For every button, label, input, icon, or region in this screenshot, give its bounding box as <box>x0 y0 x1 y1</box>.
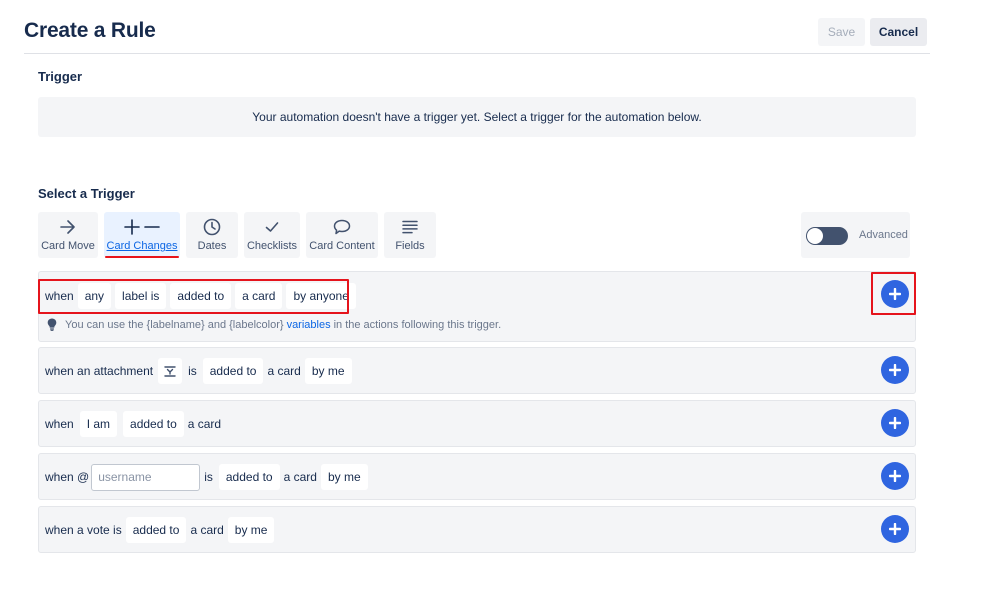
clock-icon <box>203 218 221 236</box>
word-when: when <box>45 417 74 431</box>
tab-card-move[interactable]: Card Move <box>38 212 98 258</box>
username-input[interactable] <box>91 463 201 491</box>
word-a-card: a card <box>187 417 222 431</box>
added-to-dropdown[interactable]: added to <box>125 517 187 543</box>
by-me-dropdown[interactable]: by me <box>227 517 275 543</box>
add-trigger-button[interactable] <box>881 515 909 543</box>
toggle-knob <box>807 228 823 244</box>
plus-icon <box>889 364 901 376</box>
by-me-dropdown[interactable]: by me <box>304 358 352 384</box>
word-a-card: a card <box>267 364 301 378</box>
word-a-card: a card <box>283 470 317 484</box>
trigger-empty-message: Your automation doesn't have a trigger y… <box>252 110 702 124</box>
tab-label: Checklists <box>246 240 298 252</box>
trigger-heading: Trigger <box>38 69 83 84</box>
hint-text: You can use the {labelname} and {labelco… <box>65 318 284 331</box>
advanced-toggle[interactable] <box>806 227 848 245</box>
plus-icon <box>889 523 901 535</box>
page-title: Create a Rule <box>24 19 156 42</box>
advanced-toggle-container: Advanced <box>801 212 910 258</box>
add-trigger-button[interactable] <box>881 462 909 490</box>
plus-minus-icon <box>124 218 160 236</box>
annotation-highlight-sentence <box>38 279 349 314</box>
tab-fields[interactable]: Fields <box>384 212 436 258</box>
added-to-dropdown[interactable]: added to <box>123 411 184 437</box>
variables-hint: You can use the {labelname} and {labelco… <box>47 318 501 331</box>
by-me-dropdown[interactable]: by me <box>320 464 368 490</box>
annotation-highlight-add-button <box>871 272 916 315</box>
word-is: is <box>204 470 213 484</box>
tab-card-content[interactable]: Card Content <box>306 212 378 258</box>
word-a-card: a card <box>190 523 224 537</box>
checkmark-icon <box>265 218 279 236</box>
trigger-sentence: when a vote is added to a card by me <box>45 516 278 544</box>
trigger-sentence: when @ is added to a card by me <box>45 463 372 491</box>
active-tab-highlight <box>105 256 179 258</box>
word-when-vote: when a vote is <box>45 523 122 537</box>
trigger-sentence: when an attachment is added to a card by… <box>45 357 356 385</box>
trigger-row-mention: when @ is added to a card by me <box>38 453 916 500</box>
attachment-type-dropdown[interactable] <box>158 358 183 384</box>
i-am-dropdown[interactable]: I am <box>79 411 118 437</box>
tab-label: Dates <box>197 240 227 252</box>
arrow-right-icon <box>60 218 76 236</box>
fields-list-icon <box>402 218 418 236</box>
tab-checklists[interactable]: Checklists <box>244 212 300 258</box>
add-trigger-button[interactable] <box>881 356 909 384</box>
header-divider <box>24 53 930 54</box>
word-when-at: when @ <box>45 470 90 484</box>
trigger-row-attachment: when an attachment is added to a card by… <box>38 347 916 394</box>
trigger-row-vote: when a vote is added to a card by me <box>38 506 916 553</box>
added-to-dropdown[interactable]: added to <box>202 358 264 384</box>
advanced-label: Advanced <box>859 229 908 241</box>
word-when-attachment: when an attachment <box>45 364 154 378</box>
speech-bubble-icon <box>333 218 351 236</box>
save-button[interactable]: Save <box>818 18 865 46</box>
trigger-row-i-am-added: when I am added to a card <box>38 400 916 447</box>
tab-label: Card Content <box>309 240 375 252</box>
attachment-filter-icon <box>164 365 176 377</box>
tab-label: Card Move <box>41 240 95 252</box>
added-to-dropdown[interactable]: added to <box>218 464 280 490</box>
variables-link[interactable]: variables <box>287 319 331 331</box>
plus-icon <box>889 470 901 482</box>
trigger-empty-banner: Your automation doesn't have a trigger y… <box>38 97 916 137</box>
tab-dates[interactable]: Dates <box>186 212 238 258</box>
tab-label: Card Changes <box>106 240 178 252</box>
tab-card-changes[interactable]: Card Changes <box>104 212 180 258</box>
hint-text-suffix: in the actions following this trigger. <box>333 318 502 331</box>
lightbulb-icon <box>47 318 57 331</box>
cancel-button[interactable]: Cancel <box>870 18 927 46</box>
plus-icon <box>889 417 901 429</box>
word-is: is <box>188 364 197 378</box>
select-trigger-heading: Select a Trigger <box>38 186 135 201</box>
tab-label: Fields <box>395 240 425 252</box>
trigger-sentence: when I am added to a card <box>45 410 225 438</box>
add-trigger-button[interactable] <box>881 409 909 437</box>
